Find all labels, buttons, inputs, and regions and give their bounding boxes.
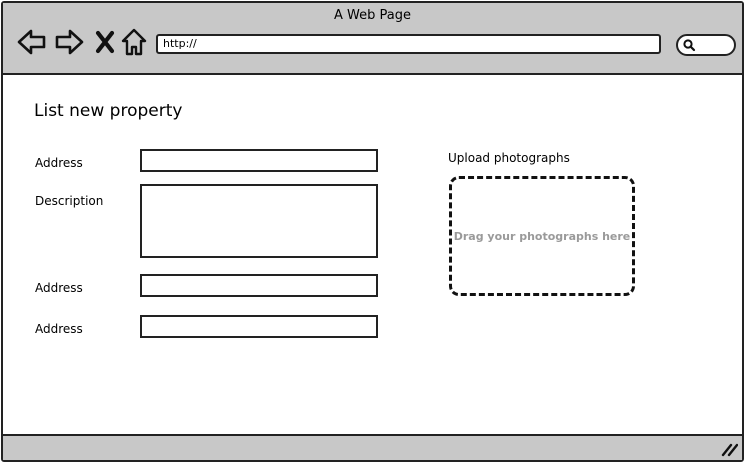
address-input[interactable]	[140, 149, 378, 172]
description-label: Description	[35, 194, 104, 208]
address-input-3[interactable]	[140, 315, 378, 338]
address-input-2[interactable]	[140, 274, 378, 297]
close-icon[interactable]	[91, 27, 121, 57]
resize-grip-icon[interactable]	[720, 441, 738, 457]
address-label-3: Address	[35, 322, 83, 336]
dropzone-text: Drag your photographs here	[453, 229, 631, 243]
browser-window: A Web Page http:// List new property Add…	[1, 1, 744, 462]
search-icon	[683, 39, 696, 52]
address-label: Address	[35, 156, 83, 170]
description-textarea[interactable]	[140, 184, 378, 258]
back-icon[interactable]	[17, 27, 47, 57]
browser-toolbar: A Web Page http://	[3, 3, 742, 75]
url-input[interactable]: http://	[156, 34, 661, 54]
search-box[interactable]	[676, 34, 736, 56]
home-icon[interactable]	[119, 27, 149, 57]
window-title: A Web Page	[334, 8, 411, 23]
upload-label: Upload photographs	[448, 151, 570, 165]
photo-dropzone[interactable]: Drag your photographs here	[449, 176, 635, 296]
page-title: List new property	[34, 101, 183, 121]
forward-icon[interactable]	[54, 27, 84, 57]
status-bar	[3, 434, 742, 460]
address-label-2: Address	[35, 281, 83, 295]
